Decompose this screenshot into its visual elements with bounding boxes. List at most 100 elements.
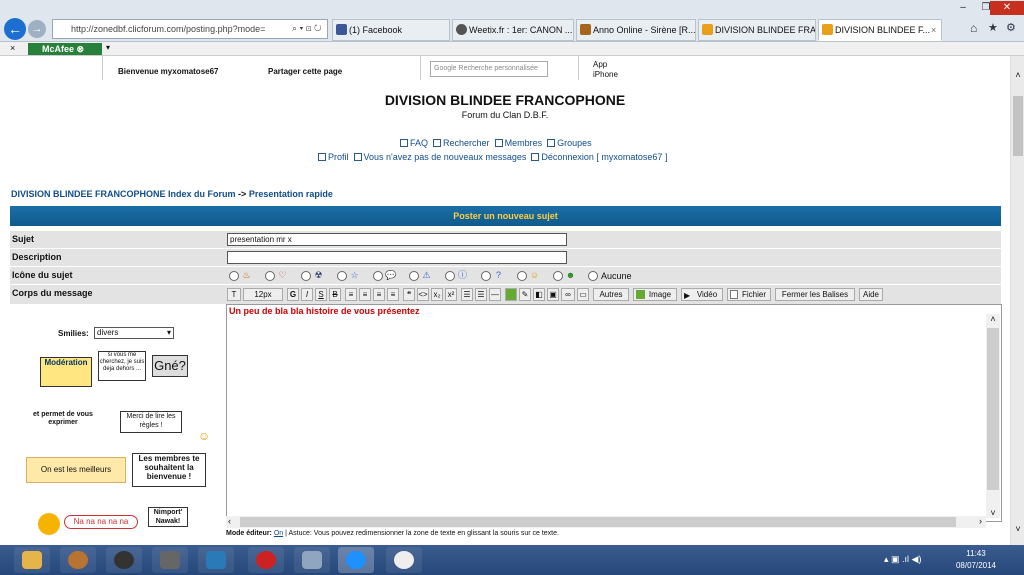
tab-anno[interactable]: Anno Online - Sirène [R... bbox=[576, 19, 696, 41]
smiley-nimport[interactable]: Nimport' Nawak! bbox=[148, 507, 188, 527]
taskbar-app-9[interactable] bbox=[386, 547, 422, 573]
scroll-up-icon[interactable]: ˄ bbox=[986, 314, 1000, 324]
taskbar-app-6[interactable] bbox=[248, 547, 284, 573]
icon-radio-none[interactable] bbox=[588, 271, 598, 281]
image-icon[interactable]: ▣ bbox=[547, 288, 559, 301]
clock-time[interactable]: 11:43 bbox=[956, 549, 996, 558]
scroll-right-icon[interactable]: › bbox=[979, 516, 982, 526]
taskbar-app-4[interactable] bbox=[152, 547, 188, 573]
smiley-gne[interactable]: Gné? bbox=[152, 355, 188, 377]
taskbar-app-3[interactable] bbox=[106, 547, 142, 573]
video-button[interactable]: ▶ Vidéo bbox=[681, 288, 723, 301]
align-right-icon[interactable]: ≡ bbox=[373, 288, 385, 301]
color-icon[interactable]: ◧ bbox=[533, 288, 545, 301]
editor-mode-toggle[interactable]: On bbox=[274, 530, 283, 537]
quote-icon[interactable]: ❝ bbox=[403, 288, 415, 301]
align-center-icon[interactable]: ≡ bbox=[359, 288, 371, 301]
icon-radio-10[interactable] bbox=[553, 271, 563, 281]
editor-hscrollbar[interactable]: ‹ › bbox=[226, 516, 986, 528]
smiley-moderation[interactable]: Modération bbox=[40, 357, 92, 387]
smiley-meilleurs[interactable]: On est les meilleurs bbox=[26, 457, 126, 483]
image-button[interactable]: Image bbox=[633, 288, 677, 301]
icon-radio-1[interactable] bbox=[229, 271, 239, 281]
faq-link[interactable]: FAQ bbox=[400, 138, 428, 148]
members-link[interactable]: Membres bbox=[494, 138, 542, 148]
file-button[interactable]: Fichier bbox=[727, 288, 771, 301]
smiley-regles[interactable]: Merci de lire les règles ! bbox=[120, 411, 182, 433]
tray-icons[interactable]: ▴ ▣ .ıl ◀) bbox=[884, 554, 921, 565]
scroll-down-icon[interactable]: ˅ bbox=[1011, 524, 1024, 534]
tab-dbf-1[interactable]: DIVISION BLINDEE FRA... bbox=[698, 19, 816, 41]
taskbar-explorer[interactable] bbox=[14, 547, 50, 573]
groups-link[interactable]: Groupes bbox=[547, 138, 592, 148]
breadcrumb-current[interactable]: Presentation rapide bbox=[249, 189, 333, 199]
icon-radio-9[interactable] bbox=[517, 271, 527, 281]
close-tags-button[interactable]: Fermer les Balises bbox=[775, 288, 855, 301]
link-icon[interactable]: ∞ bbox=[561, 288, 575, 301]
scroll-down-icon[interactable]: ˅ bbox=[986, 508, 1000, 518]
close-toolbar-icon[interactable]: × bbox=[10, 43, 15, 53]
bullet-list-icon[interactable]: ☰ bbox=[461, 288, 473, 301]
scroll-up-icon[interactable]: ˄ bbox=[1011, 70, 1024, 80]
icon-radio-4[interactable] bbox=[337, 271, 347, 281]
clock-date[interactable]: 08/07/2014 bbox=[948, 561, 1004, 570]
app-link-line2[interactable]: iPhone bbox=[593, 70, 618, 79]
mcafee-button[interactable]: McAfee ⊗ bbox=[28, 43, 102, 55]
forward-button[interactable]: → bbox=[28, 20, 46, 38]
underline-icon[interactable]: S bbox=[315, 288, 327, 301]
brush-icon[interactable]: ✎ bbox=[519, 288, 531, 301]
scroll-left-icon[interactable]: ‹ bbox=[228, 516, 231, 526]
app-link-line1[interactable]: App bbox=[593, 60, 607, 69]
icon-radio-2[interactable] bbox=[265, 271, 275, 281]
icon-radio-8[interactable] bbox=[481, 271, 491, 281]
favorites-icon[interactable]: ★ bbox=[988, 21, 998, 34]
breadcrumb-index[interactable]: DIVISION BLINDEE FRANCOPHONE Index du Fo… bbox=[11, 189, 236, 199]
smiley-membres[interactable]: Les membres te souhaitent la bienvenue ! bbox=[132, 453, 206, 487]
taskbar-app-2[interactable] bbox=[60, 547, 96, 573]
editor-vscrollbar[interactable]: ˄ ˅ bbox=[986, 314, 1000, 518]
back-button[interactable]: ← bbox=[4, 18, 26, 40]
icon-radio-6[interactable] bbox=[409, 271, 419, 281]
tab-dbf-active[interactable]: DIVISION BLINDEE F... × bbox=[818, 19, 942, 41]
subject-input[interactable]: presentation mr x bbox=[227, 233, 567, 246]
hscroll-thumb[interactable] bbox=[240, 517, 956, 527]
messages-link[interactable]: Vous n'avez pas de nouveaux messages bbox=[353, 152, 526, 162]
close-button[interactable]: ✕ bbox=[990, 1, 1024, 15]
smiley-permet[interactable]: et permet de vous exprimer bbox=[28, 411, 98, 427]
google-search-input[interactable]: Google Recherche personnalisée bbox=[430, 61, 548, 77]
superscript-icon[interactable]: x² bbox=[445, 288, 457, 301]
message-editor[interactable]: Un peu de bla bla histoire de vous prése… bbox=[226, 304, 1002, 522]
font-icon[interactable]: T bbox=[227, 288, 241, 301]
hr-icon[interactable]: — bbox=[489, 288, 501, 301]
smiley-nanana[interactable]: Na na na na na bbox=[64, 515, 138, 529]
bold-icon[interactable]: G bbox=[287, 288, 299, 301]
chevron-down-icon[interactable]: ▾ bbox=[106, 43, 110, 52]
page-scroll-thumb[interactable] bbox=[1013, 96, 1023, 156]
italic-icon[interactable]: I bbox=[301, 288, 313, 301]
share-link[interactable]: Partager cette page bbox=[268, 67, 342, 76]
frame-icon[interactable]: ▭ bbox=[577, 288, 589, 301]
code-icon[interactable]: <> bbox=[417, 288, 429, 301]
tab-weetix[interactable]: Weetix.fr : 1er: CANON ... bbox=[452, 19, 574, 41]
address-bar[interactable]: http://zonedbf.clicforum.com/posting.php… bbox=[52, 19, 328, 39]
align-left-icon[interactable]: ≡ bbox=[345, 288, 357, 301]
smiley-laughing-icon[interactable] bbox=[38, 513, 60, 535]
close-tab-icon[interactable]: × bbox=[931, 20, 936, 40]
numbered-list-icon[interactable]: ☰ bbox=[475, 288, 487, 301]
tab-facebook[interactable]: (1) Facebook bbox=[332, 19, 450, 41]
smilies-select[interactable]: divers ▾ bbox=[94, 327, 174, 339]
description-input[interactable] bbox=[227, 251, 567, 264]
icon-radio-3[interactable] bbox=[301, 271, 311, 281]
scroll-thumb[interactable] bbox=[987, 328, 999, 490]
autres-button[interactable]: Autres bbox=[593, 288, 629, 301]
logout-link[interactable]: Déconnexion [ myxomatose67 ] bbox=[531, 152, 667, 162]
icon-radio-7[interactable] bbox=[445, 271, 455, 281]
icon-radio-5[interactable] bbox=[373, 271, 383, 281]
message-text[interactable]: Un peu de bla bla histoire de vous prése… bbox=[229, 306, 420, 316]
search-icon[interactable]: ⌕ ▾ ⊡ ↻ bbox=[292, 23, 322, 34]
justify-icon[interactable]: ≡ bbox=[387, 288, 399, 301]
table-icon[interactable] bbox=[505, 288, 517, 301]
font-size-select[interactable]: 12px bbox=[243, 288, 283, 301]
home-icon[interactable]: ⌂ bbox=[970, 21, 977, 35]
taskbar-app-5[interactable] bbox=[198, 547, 234, 573]
